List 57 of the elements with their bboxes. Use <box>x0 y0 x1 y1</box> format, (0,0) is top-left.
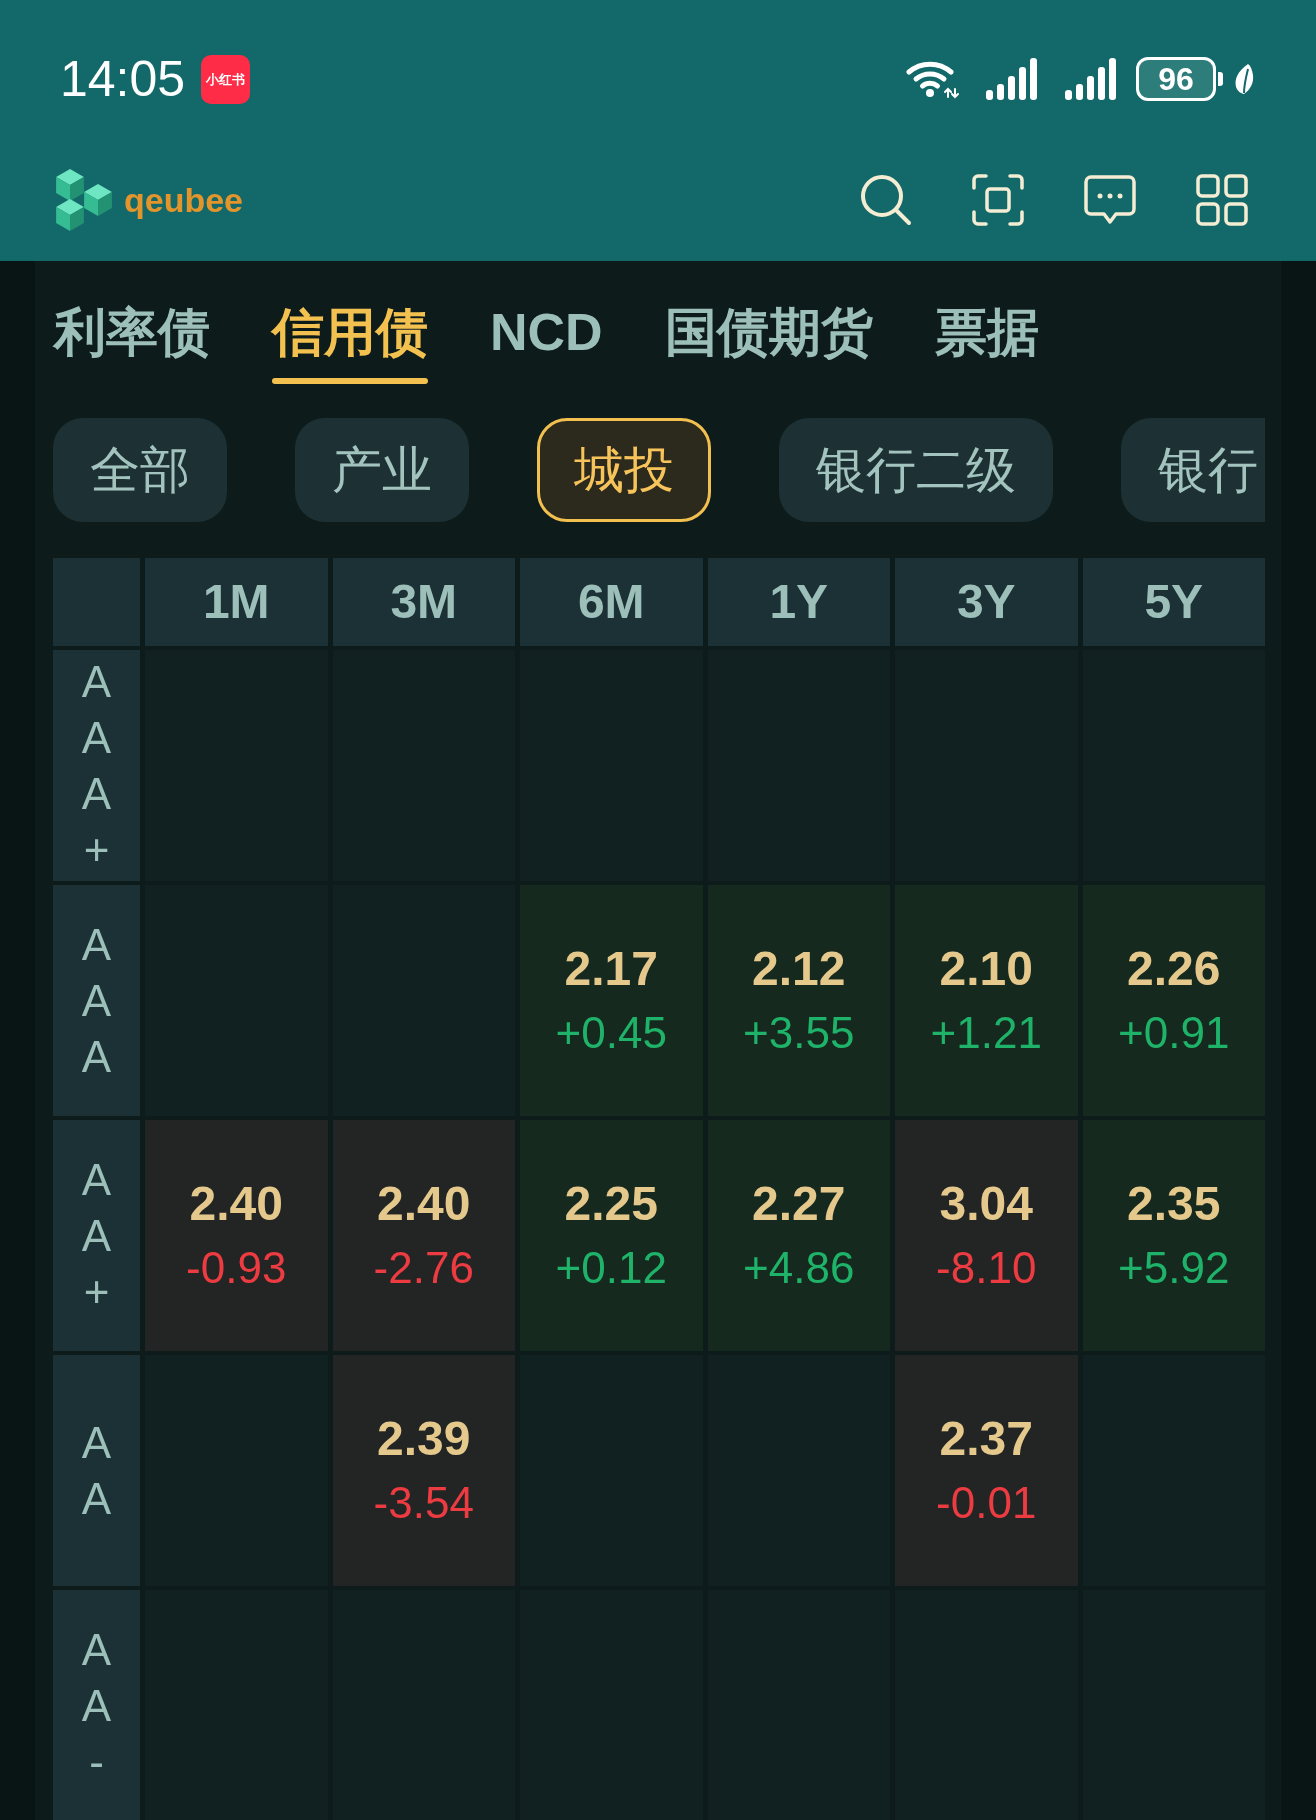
chat-bubble-icon[interactable] <box>1084 174 1136 225</box>
column-header: 1Y <box>707 558 890 646</box>
yield-change: -8.10 <box>936 1241 1037 1294</box>
filter-chip[interactable]: 全部 <box>53 418 227 522</box>
app-notification-badge: 小红书 <box>201 54 251 104</box>
yield-change: -0.01 <box>936 1476 1037 1529</box>
yield-change: +0.45 <box>555 1006 667 1059</box>
yield-change: -3.54 <box>373 1476 474 1529</box>
signal-icon <box>986 58 1039 100</box>
filter-chip[interactable]: 银行二级 <box>779 418 1053 522</box>
yield-value: 2.10 <box>939 940 1033 997</box>
yield-change: +4.86 <box>743 1241 855 1294</box>
leaf-icon <box>1233 63 1255 95</box>
yield-value: 2.40 <box>377 1175 471 1232</box>
category-tab[interactable]: 利率债 <box>54 302 210 384</box>
column-header: 3M <box>332 558 515 646</box>
wifi-icon <box>906 59 960 99</box>
rating-row-header: AA+ <box>53 1120 140 1351</box>
yield-value: 2.40 <box>189 1175 283 1232</box>
column-header: 5Y <box>1082 558 1265 646</box>
battery-indicator: 96 <box>1136 57 1223 101</box>
yield-value: 3.04 <box>939 1175 1033 1232</box>
rating-row-header: AA <box>53 1355 140 1586</box>
column-header: 3Y <box>895 558 1078 646</box>
category-tab[interactable]: 国债期货 <box>664 302 873 384</box>
yield-value: 2.37 <box>939 1410 1033 1467</box>
yield-value: 2.12 <box>752 940 846 997</box>
rating-row-header: AAA <box>53 885 140 1116</box>
signal-icon <box>1065 58 1118 100</box>
rating-row-header: AAA+ <box>53 650 140 881</box>
yield-value: 2.39 <box>377 1410 471 1467</box>
category-tab[interactable]: NCD <box>490 302 603 384</box>
filter-chip[interactable]: 产业 <box>295 418 469 522</box>
brand-name: qeubee <box>124 182 244 217</box>
column-header: 1M <box>145 558 328 646</box>
search-icon[interactable] <box>860 173 912 226</box>
scan-icon[interactable] <box>972 173 1024 226</box>
yield-change: +3.55 <box>743 1006 855 1059</box>
status-time: 14:05 <box>60 54 186 104</box>
grid-icon[interactable] <box>1196 173 1248 226</box>
yield-change: +1.21 <box>930 1006 1042 1059</box>
yield-change: +0.12 <box>555 1241 667 1294</box>
rating-row-header: AA- <box>53 1590 140 1820</box>
filter-chip[interactable]: 城投 <box>537 418 711 522</box>
yield-change: -0.93 <box>186 1241 287 1294</box>
column-header: 6M <box>520 558 703 646</box>
category-tab[interactable]: 票据 <box>934 302 1039 384</box>
yield-value: 2.27 <box>752 1175 846 1232</box>
filter-chip[interactable]: 银行 <box>1121 418 1265 522</box>
yield-value: 2.26 <box>1127 940 1221 997</box>
yield-value: 2.17 <box>564 940 658 997</box>
yield-value: 2.25 <box>564 1175 658 1232</box>
yield-value: 2.35 <box>1127 1175 1221 1232</box>
category-tab[interactable]: 信用债 <box>272 302 428 384</box>
yield-change: +5.92 <box>1118 1241 1230 1294</box>
yield-change: +0.91 <box>1118 1006 1230 1059</box>
yield-change: -2.76 <box>373 1241 474 1294</box>
